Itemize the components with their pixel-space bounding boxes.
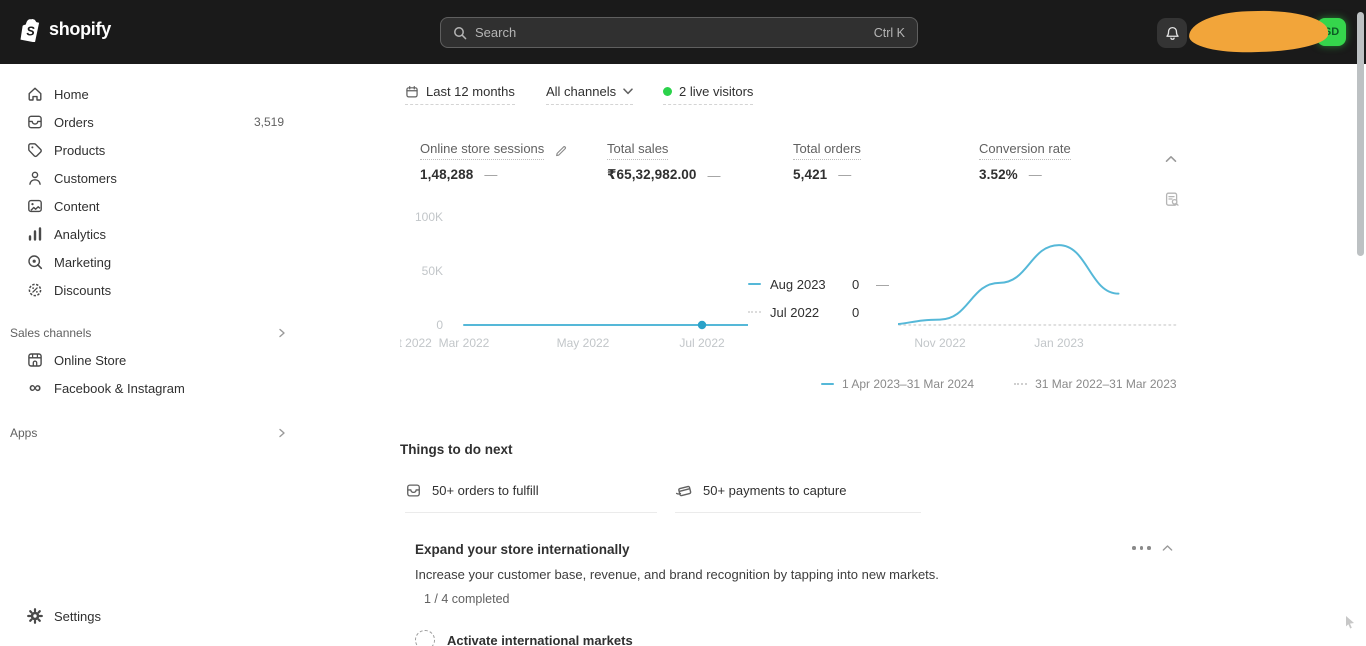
sidebar-item-discounts[interactable]: Discounts xyxy=(0,276,300,304)
store-name-redaction-blob xyxy=(1188,9,1329,54)
card-overflow-menu-button[interactable] xyxy=(1132,546,1151,550)
chevron-up-icon xyxy=(1162,545,1173,551)
bar-chart-icon xyxy=(28,227,42,241)
search-input[interactable]: Search Ctrl K xyxy=(440,17,918,48)
metric-total-orders: Total orders 5,421 — xyxy=(793,141,861,182)
orders-count-badge: 3,519 xyxy=(253,115,284,129)
sales-channels-header[interactable]: Sales channels xyxy=(0,320,300,346)
channel-filter[interactable]: All channels xyxy=(546,84,634,105)
sidebar-item-analytics[interactable]: Analytics xyxy=(0,220,300,248)
task-activate-international-markets[interactable]: Activate international markets xyxy=(415,630,633,646)
series-solid-marker-icon xyxy=(821,383,834,385)
svg-text:May 2022: May 2022 xyxy=(557,336,610,350)
sidebar-item-facebook-instagram[interactable]: ∞ Facebook & Instagram xyxy=(0,374,300,402)
bell-icon xyxy=(1165,26,1179,40)
notifications-button[interactable] xyxy=(1157,18,1187,48)
legend-item-current[interactable]: 1 Apr 2023–31 Mar 2024 xyxy=(821,377,974,391)
apps-header[interactable]: Apps xyxy=(0,420,300,446)
sidebar-item-home[interactable]: Home xyxy=(0,80,300,108)
calendar-icon xyxy=(406,85,418,98)
date-range-filter[interactable]: Last 12 months xyxy=(405,84,515,105)
chevron-down-icon xyxy=(623,88,633,95)
svg-text:0: 0 xyxy=(436,318,443,332)
metric-total-sales: Total sales ₹65,32,982.00 — xyxy=(607,141,721,183)
channel-label: All channels xyxy=(546,84,617,99)
svg-text:50K: 50K xyxy=(422,264,443,278)
sidebar-nav: Home Orders 3,519 Products Customers Con… xyxy=(0,64,300,646)
pencil-icon[interactable] xyxy=(554,144,568,158)
topbar: S shopify Search Ctrl K SD xyxy=(0,0,1366,64)
gear-icon xyxy=(27,608,43,624)
svg-text:Jul 2022: Jul 2022 xyxy=(679,336,725,350)
collapse-metrics-button[interactable] xyxy=(1165,155,1177,163)
tag-icon xyxy=(28,143,42,158)
person-icon xyxy=(29,171,41,185)
target-icon xyxy=(28,255,43,270)
home-icon xyxy=(28,87,42,101)
svg-text:Nov 2022: Nov 2022 xyxy=(914,336,966,350)
legend-item-previous[interactable]: 31 Mar 2022–31 Mar 2023 xyxy=(1014,377,1177,391)
card-collapse-button[interactable] xyxy=(1162,544,1173,552)
storefront-icon xyxy=(28,353,42,367)
live-visitors-indicator[interactable]: 2 live visitors xyxy=(663,84,754,105)
image-icon xyxy=(28,199,42,213)
payment-icon xyxy=(675,485,692,497)
search-placeholder: Search xyxy=(475,25,517,40)
chevron-right-icon xyxy=(279,428,285,438)
orders-icon xyxy=(28,115,42,129)
mouse-cursor xyxy=(1346,616,1357,630)
sidebar-item-settings[interactable]: Settings xyxy=(0,602,232,630)
svg-text:Sept 2022: Sept 2022 xyxy=(400,336,432,350)
chevron-right-icon xyxy=(279,328,285,338)
svg-text:Jan 2023: Jan 2023 xyxy=(1034,336,1084,350)
series-dotted-marker-icon xyxy=(1014,383,1028,385)
sidebar-item-orders[interactable]: Orders 3,519 xyxy=(0,108,300,136)
search-icon xyxy=(454,26,467,39)
tooltip-row: Jul 2022 0 xyxy=(748,298,898,326)
sidebar-item-products[interactable]: Products xyxy=(0,136,300,164)
live-visitors-label: 2 live visitors xyxy=(679,84,754,99)
chevron-up-icon xyxy=(1165,155,1177,162)
search-shortcut: Ctrl K xyxy=(873,25,905,40)
meta-icon: ∞ xyxy=(28,378,42,397)
brand-wordmark: shopify xyxy=(49,19,111,39)
chart-tooltip: Aug 2023 0 — Jul 2022 0 xyxy=(748,270,898,330)
todo-payments-to-capture[interactable]: 50+ payments to capture xyxy=(675,482,921,513)
chart-legend: 1 Apr 2023–31 Mar 2024 31 Mar 2022–31 Ma… xyxy=(821,377,1177,391)
expand-card-title: Expand your store internationally xyxy=(415,542,630,557)
expand-card-progress: 1 / 4 completed xyxy=(424,592,510,606)
todo-heading: Things to do next xyxy=(400,442,513,457)
series-dotted-marker-icon xyxy=(748,311,761,313)
sidebar-item-customers[interactable]: Customers xyxy=(0,164,300,192)
todo-orders-to-fulfill[interactable]: 50+ orders to fulfill xyxy=(405,482,657,513)
sidebar-item-online-store[interactable]: Online Store xyxy=(0,346,300,374)
sidebar-item-content[interactable]: Content xyxy=(0,192,300,220)
vertical-scrollbar[interactable] xyxy=(1357,12,1364,256)
shopify-bag-icon: S xyxy=(20,19,40,42)
metric-online-store-sessions: Online store sessions 1,48,288 — xyxy=(420,141,568,182)
svg-text:100K: 100K xyxy=(415,210,443,224)
svg-text:S: S xyxy=(26,25,35,39)
shopify-logo[interactable]: S shopify xyxy=(18,17,111,42)
tooltip-row: Aug 2023 0 — xyxy=(748,270,898,298)
live-dot-icon xyxy=(663,87,672,96)
discount-badge-icon xyxy=(28,283,42,297)
shopify-admin-dashboard: S shopify Search Ctrl K SD Home Orders 3… xyxy=(0,0,1366,646)
metric-conversion-rate: Conversion rate 3.52% — xyxy=(979,141,1071,182)
series-solid-marker-icon xyxy=(748,283,761,285)
sidebar-item-marketing[interactable]: Marketing xyxy=(0,248,300,276)
svg-text:Mar 2022: Mar 2022 xyxy=(439,336,490,350)
date-range-label: Last 12 months xyxy=(426,84,515,99)
orders-icon xyxy=(407,484,420,497)
task-incomplete-circle-icon[interactable] xyxy=(415,630,435,646)
expand-card-description: Increase your customer base, revenue, an… xyxy=(415,567,939,582)
